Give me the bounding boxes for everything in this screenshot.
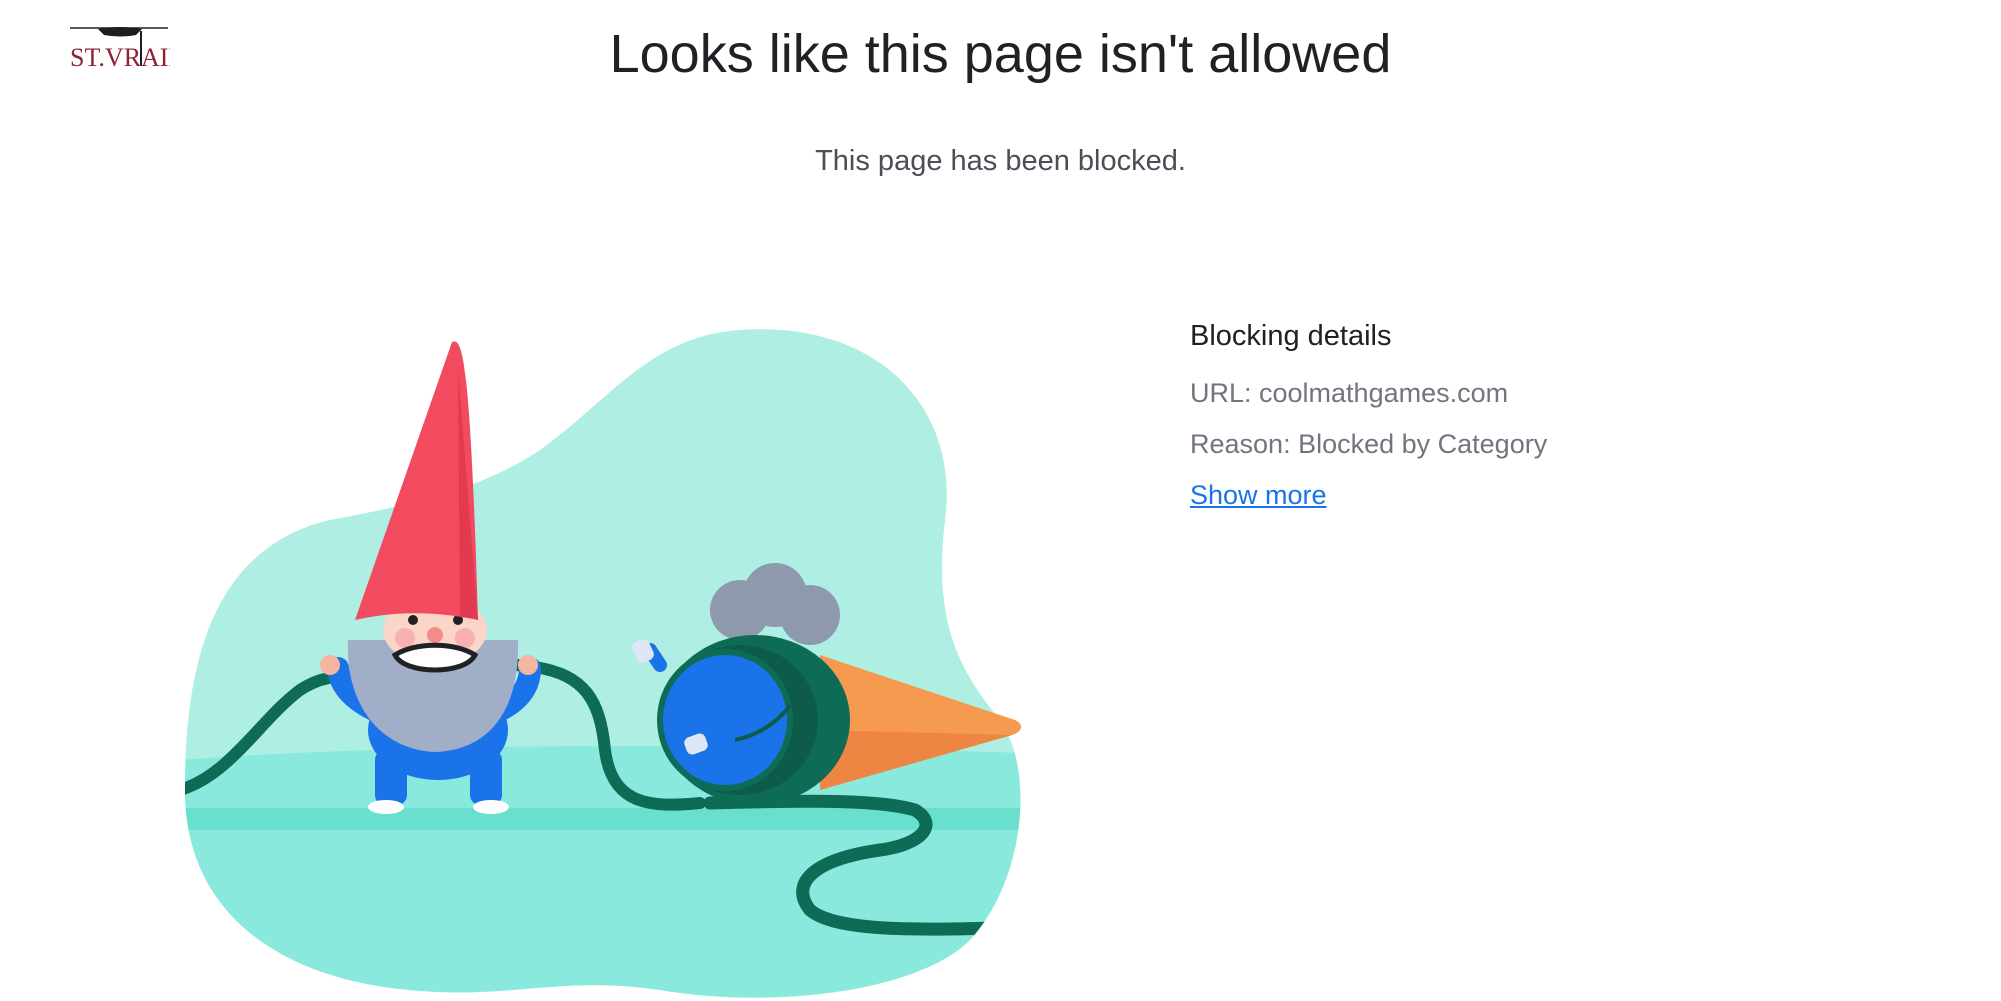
page-subtitle: This page has been blocked. (815, 145, 1186, 177)
page-title: Looks like this page isn't allowed (609, 24, 1392, 84)
blocked-url: URL: coolmathgames.com (1190, 378, 1509, 408)
show-more-link[interactable]: Show more (1190, 480, 1327, 510)
block-reason: Reason: Blocked by Category (1190, 429, 1548, 459)
blocked-page: ST.VRAIN Looks like this page isn't allo… (0, 0, 2001, 1001)
blocking-details-panel: Blocking details URL: coolmathgames.com … (1190, 318, 1890, 513)
ground (185, 745, 1021, 998)
blocking-details-heading: Blocking details (1190, 320, 1392, 352)
gnome-illustration (180, 320, 1030, 1000)
